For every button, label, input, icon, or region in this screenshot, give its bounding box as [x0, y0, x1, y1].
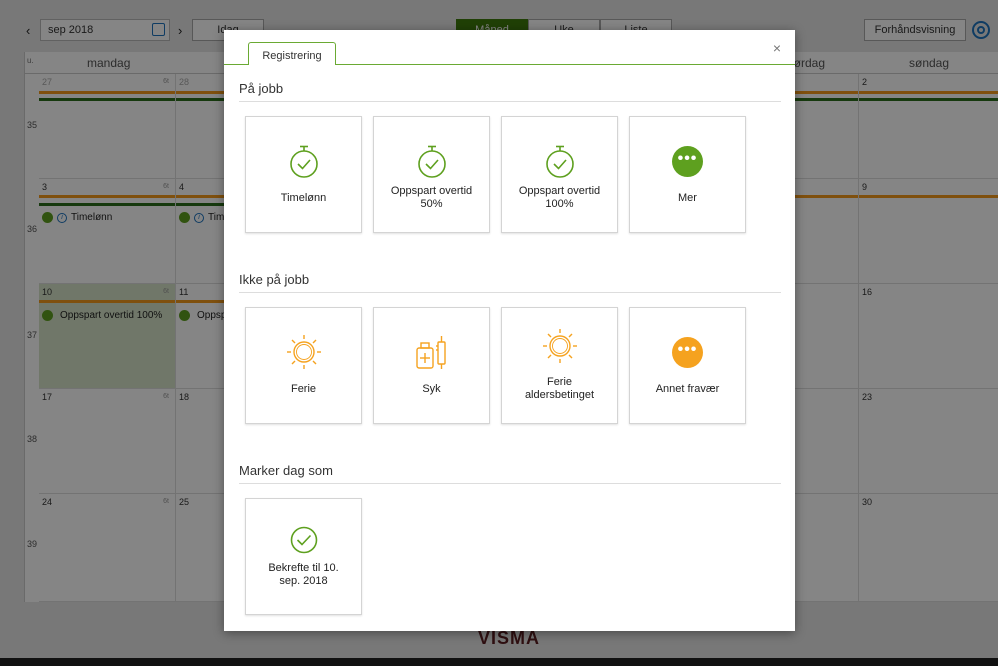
check-circle-icon	[290, 526, 317, 554]
more-icon: •••	[672, 337, 703, 368]
tile-label: Mer	[678, 192, 697, 204]
tile-bekrefte[interactable]: Bekrefte til 10. sep. 2018	[245, 498, 362, 615]
tile-label: Ferie aldersbetinget	[524, 376, 595, 401]
more-icon: •••	[672, 146, 703, 177]
section-title-mark: Marker dag som	[239, 463, 781, 484]
tile-timelonn[interactable]: Timelønn	[245, 116, 362, 233]
close-icon[interactable]: ×	[773, 40, 781, 56]
registration-dialog: Registrering × På jobb Timelønn Oppspart…	[224, 30, 795, 631]
tile-syk[interactable]: Syk	[373, 307, 490, 424]
dialog-tabbar: Registrering ×	[224, 30, 795, 67]
tile-ferie-aldersbetinget[interactable]: Ferie aldersbetinget	[501, 307, 618, 424]
taskbar	[0, 658, 998, 666]
tile-annet-fravaer[interactable]: ••• Annet fravær	[629, 307, 746, 424]
tile-label: Syk	[422, 383, 441, 395]
tile-label: Annet fravær	[655, 383, 720, 395]
stopwatch-icon	[417, 145, 446, 178]
tile-label: Bekrefte til 10. sep. 2018	[268, 562, 339, 587]
tile-ferie[interactable]: Ferie	[245, 307, 362, 424]
medicine-icon	[415, 336, 446, 369]
sun-icon	[542, 329, 577, 363]
tile-overtid-50[interactable]: Oppspart overtid 50%	[373, 116, 490, 233]
sun-icon	[286, 335, 321, 369]
section-title-absent: Ikke på jobb	[239, 272, 781, 293]
tile-label: Timelønn	[280, 192, 327, 204]
stopwatch-icon	[289, 145, 318, 178]
tile-mer[interactable]: ••• Mer	[629, 116, 746, 233]
tile-label: Oppspart overtid 50%	[390, 185, 473, 210]
tile-label: Oppspart overtid 100%	[518, 185, 601, 210]
section-title-work: På jobb	[239, 81, 781, 102]
tile-label: Ferie	[290, 383, 317, 395]
stopwatch-icon	[545, 145, 574, 178]
tab-registrering[interactable]: Registrering	[248, 42, 336, 67]
tile-overtid-100[interactable]: Oppspart overtid 100%	[501, 116, 618, 233]
